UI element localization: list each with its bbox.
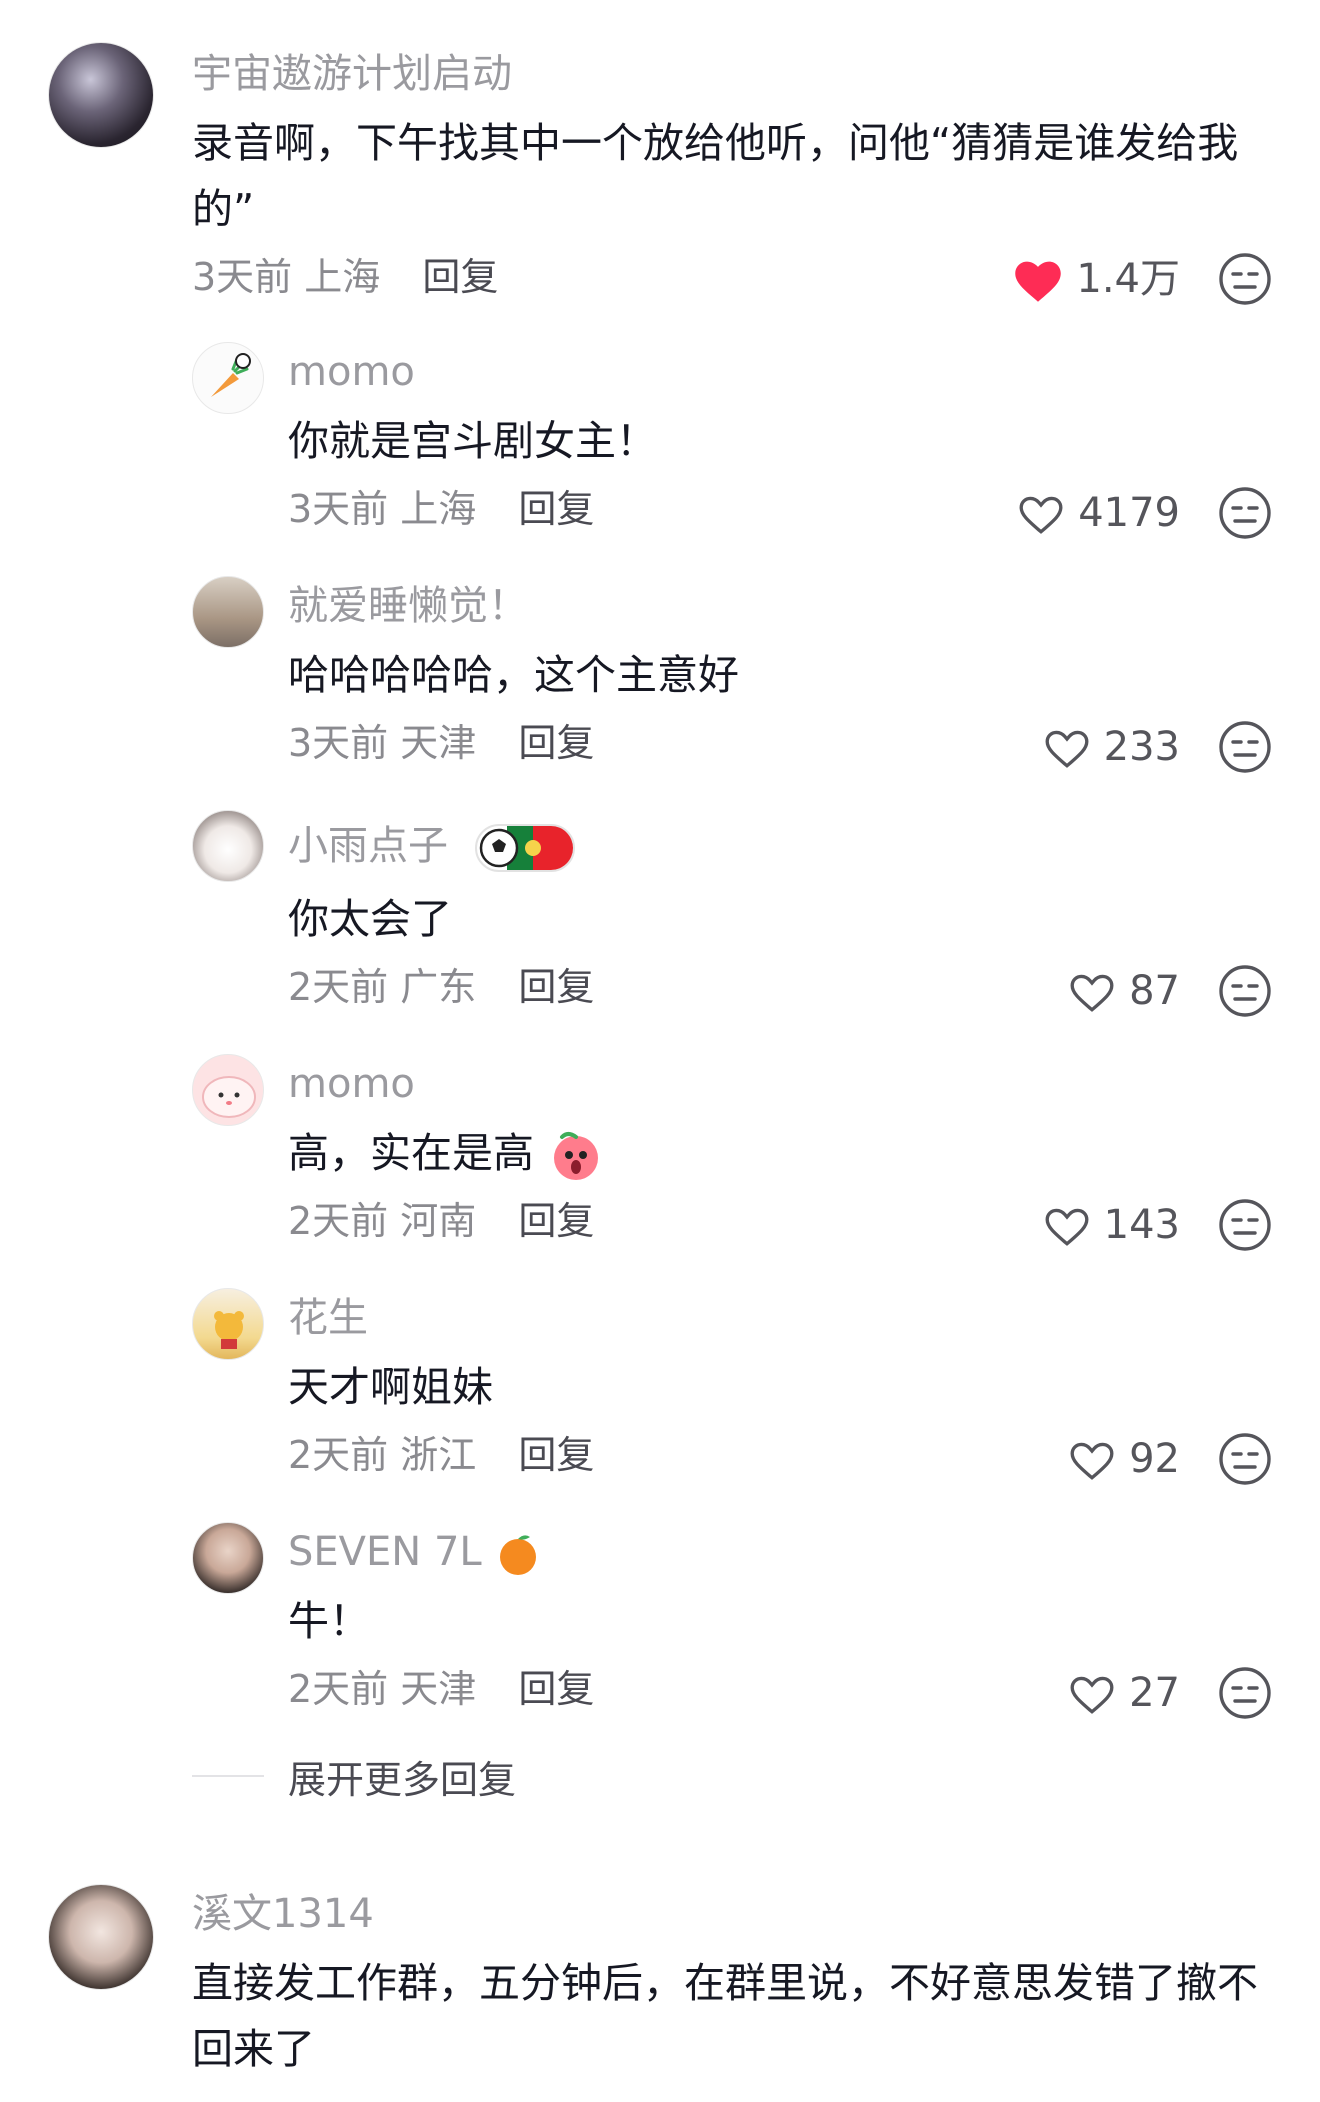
shocked-peach-emoji — [554, 1132, 599, 1180]
comment-meta: 3天前 天津 回复 — [288, 718, 594, 768]
comment-location: 上海 — [400, 487, 477, 531]
comment-text: 录音啊，下午找其中一个放给他听，问他“猜猜是谁发给我的” — [192, 119, 1239, 233]
comment-text: 高，实在是高 — [288, 1120, 1108, 1186]
avatar[interactable] — [192, 1054, 264, 1126]
comment-text-content: 高，实在是高 — [288, 1129, 534, 1177]
comment-username[interactable]: 花生 — [288, 1292, 368, 1344]
comment-text: 你太会了 — [288, 895, 452, 943]
comment-meta: 2天前 天津 回复 — [288, 1664, 594, 1714]
soccer-ball-icon — [479, 826, 573, 870]
comment-meta: 2天前 浙江 回复 — [288, 1430, 594, 1480]
comment-location: 上海 — [304, 255, 381, 299]
comment-username[interactable]: momo — [288, 346, 415, 398]
reply-button[interactable]: 回复 — [518, 1667, 594, 1711]
comment-time: 2天前 — [288, 1433, 389, 1477]
heart-outline-icon — [1019, 496, 1063, 534]
reply-button[interactable]: 回复 — [422, 255, 498, 299]
comment-time: 2天前 — [288, 1667, 389, 1711]
comment-meta: 3天前 上海 回复 — [192, 252, 498, 302]
heart-outline-icon — [1070, 974, 1114, 1012]
comment-username[interactable]: 小雨点子 — [288, 820, 575, 872]
avatar[interactable] — [48, 1884, 154, 1990]
like-button[interactable]: 4179 — [1016, 488, 1180, 538]
like-button[interactable]: 87 — [1067, 966, 1180, 1016]
expand-label: 展开更多回复 — [288, 1757, 517, 1802]
divider — [192, 1775, 264, 1777]
comment-username[interactable]: SEVEN 7L — [288, 1526, 542, 1578]
avatar[interactable] — [192, 1288, 264, 1360]
username-text: 小雨点子 — [288, 823, 448, 869]
reply-button[interactable]: 回复 — [518, 1199, 594, 1243]
like-button[interactable]: 143 — [1042, 1200, 1180, 1250]
dislike-face-icon[interactable] — [1218, 1432, 1272, 1486]
comment-username[interactable]: 溪文1314 — [192, 1888, 374, 1940]
avatar[interactable] — [192, 576, 264, 648]
comment-location: 天津 — [400, 1667, 477, 1711]
comment-meta: 2天前 广东 回复 — [288, 962, 594, 1012]
comment-meta: 2天前 河南 回复 — [288, 1196, 594, 1246]
like-count: 1.4万 — [1076, 256, 1180, 302]
comment-location: 浙江 — [400, 1433, 477, 1477]
heart-outline-icon — [1070, 1442, 1114, 1480]
heart-outline-icon — [1045, 1208, 1089, 1246]
comment-time: 3天前 — [192, 255, 293, 299]
reply-button[interactable]: 回复 — [518, 487, 594, 531]
comment-location: 广东 — [400, 965, 477, 1009]
reply-button[interactable]: 回复 — [518, 721, 594, 765]
comment-username[interactable]: 就爱睡懒觉！ — [288, 580, 528, 632]
avatar[interactable] — [192, 342, 264, 414]
like-count: 143 — [1103, 1202, 1180, 1248]
like-button[interactable]: 92 — [1067, 1434, 1180, 1484]
heart-outline-icon — [1070, 1676, 1114, 1714]
bear-icon — [214, 1311, 244, 1349]
carrot-icon — [211, 353, 251, 397]
like-button[interactable]: 1.4万 — [1012, 254, 1180, 304]
avatar[interactable] — [192, 1522, 264, 1594]
dislike-face-icon[interactable] — [1218, 964, 1272, 1018]
reply-button[interactable]: 回复 — [518, 965, 594, 1009]
dislike-face-icon[interactable] — [1218, 1198, 1272, 1252]
comment-meta: 3天前 上海 回复 — [288, 484, 594, 534]
comment-time: 2天前 — [288, 1199, 389, 1243]
avatar[interactable] — [48, 42, 154, 148]
comment-text: 天才啊姐妹 — [288, 1363, 493, 1411]
like-count: 233 — [1103, 724, 1180, 770]
comment-time: 3天前 — [288, 487, 389, 531]
comment-location: 河南 — [400, 1199, 477, 1243]
comment-text: 直接发工作群，五分钟后，在群里说，不好意思发错了撤不回来了 — [192, 1959, 1258, 2073]
comment-username[interactable]: 宇宙遨游计划启动 — [192, 48, 512, 100]
comment-time: 2天前 — [288, 965, 389, 1009]
dislike-face-icon[interactable] — [1218, 252, 1272, 306]
pink-bun-icon — [202, 1076, 256, 1118]
orange-emoji — [500, 1535, 537, 1575]
heart-filled-icon — [1015, 261, 1062, 302]
comment-text: 牛！ — [288, 1597, 370, 1645]
like-count: 4179 — [1078, 490, 1180, 536]
like-count: 27 — [1129, 1670, 1180, 1716]
heart-outline-icon — [1045, 730, 1089, 768]
comment-time: 3天前 — [288, 721, 389, 765]
like-button[interactable]: 27 — [1067, 1668, 1180, 1718]
comment-text: 哈哈哈哈哈，这个主意好 — [288, 651, 739, 699]
dislike-face-icon[interactable] — [1218, 1666, 1272, 1720]
expand-more-replies-button[interactable]: 展开更多回复 — [192, 1748, 792, 1804]
like-button[interactable]: 233 — [1042, 722, 1180, 772]
dislike-face-icon[interactable] — [1218, 720, 1272, 774]
username-text: SEVEN 7L — [288, 1529, 482, 1575]
comment-location: 天津 — [400, 721, 477, 765]
like-count: 92 — [1129, 1436, 1180, 1482]
comment-username[interactable]: momo — [288, 1058, 415, 1110]
like-count: 87 — [1129, 968, 1180, 1014]
reply-button[interactable]: 回复 — [518, 1433, 594, 1477]
team-badge — [474, 824, 575, 872]
dislike-face-icon[interactable] — [1218, 486, 1272, 540]
avatar[interactable] — [192, 810, 264, 882]
comment-text: 你就是宫斗剧女主！ — [288, 417, 657, 465]
